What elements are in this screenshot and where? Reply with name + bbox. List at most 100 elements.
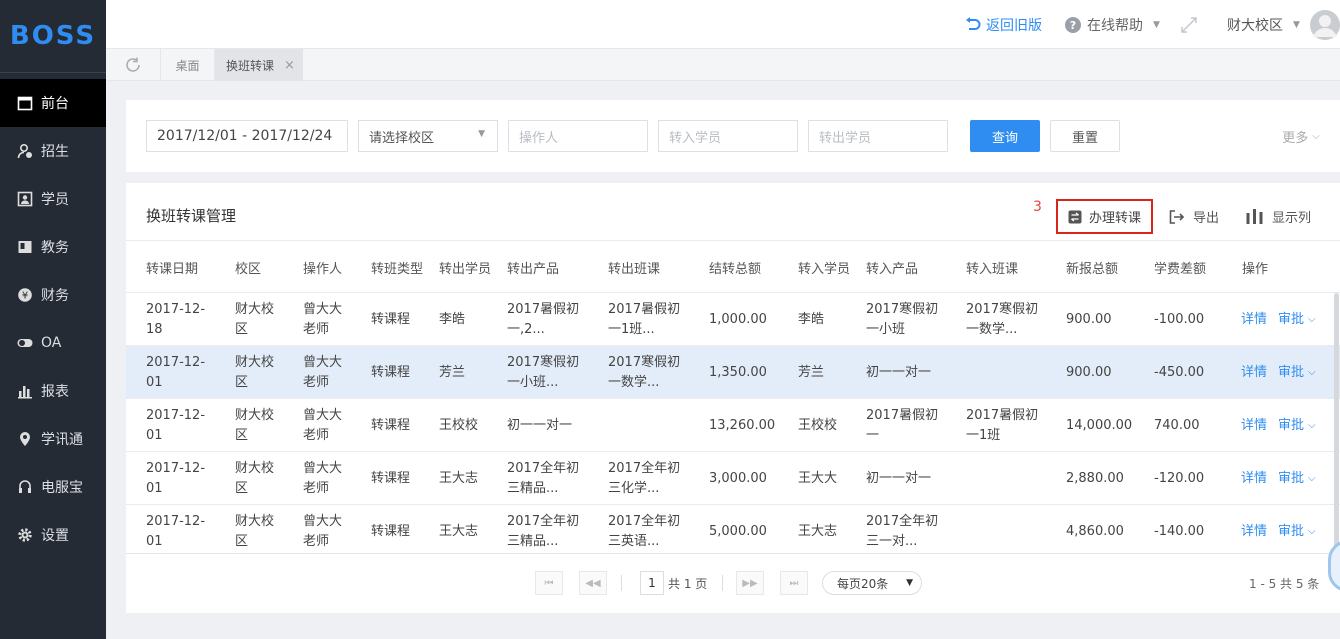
detail-link[interactable]: 详情	[1241, 399, 1267, 452]
sidebar-item-dianfubao[interactable]: 电服宝	[0, 463, 106, 511]
chevron-down-icon: ⌵	[1312, 130, 1320, 142]
location-pin-icon	[17, 431, 33, 447]
detail-link[interactable]: 详情	[1241, 293, 1267, 346]
transfer-icon	[1068, 210, 1082, 224]
chevron-down-icon: ⌵	[1308, 472, 1316, 484]
total-pages-label: 共 1 页	[668, 576, 708, 591]
svg-text:¥: ¥	[22, 291, 28, 302]
approve-dropdown[interactable]: 审批 ⌵	[1278, 293, 1316, 346]
col-header[interactable]: 操作人	[303, 241, 342, 294]
reset-button[interactable]: 重置	[1050, 120, 1120, 152]
avatar[interactable]	[1310, 0, 1340, 49]
approve-dropdown[interactable]: 审批 ⌵	[1278, 346, 1316, 399]
date-range-picker[interactable]: 2017/12/01 - 2017/12/24	[146, 120, 348, 152]
prev-page-button[interactable]: ◀◀	[579, 571, 607, 595]
toggle-icon	[17, 335, 33, 351]
close-icon[interactable]: ×	[284, 58, 295, 73]
sidebar-item-label: 招生	[41, 144, 69, 160]
approve-dropdown[interactable]: 审批 ⌵	[1278, 505, 1316, 558]
col-header[interactable]: 学费差额	[1154, 241, 1206, 294]
table-row[interactable]: 2017-12- 01 财大校 区 曾大大 老师 转课程 王大志 2017全年初…	[126, 452, 1340, 505]
sidebar-item-settings[interactable]: 设置	[0, 511, 106, 559]
query-button[interactable]: 查询	[970, 120, 1040, 152]
table-row[interactable]: 2017-12- 18 财大校 区 曾大大 老师 转课程 李皓 2017暑假初 …	[126, 293, 1340, 346]
first-page-button[interactable]: ⏮	[535, 571, 563, 595]
approve-dropdown[interactable]: 审批 ⌵	[1278, 452, 1316, 505]
refresh-icon[interactable]	[106, 49, 161, 81]
transfer-course-button[interactable]: 办理转课	[1056, 199, 1153, 234]
page-size-select[interactable]: 每页20条 ▼	[822, 571, 922, 595]
col-header[interactable]: 转班类型	[371, 241, 423, 294]
sidebar-item-oa[interactable]: OA	[0, 319, 106, 367]
book-icon	[17, 239, 33, 255]
operator-input[interactable]: 操作人	[508, 120, 648, 152]
undo-icon	[964, 16, 981, 33]
columns-icon	[1246, 209, 1263, 224]
sidebar-item-label: 学员	[41, 192, 69, 208]
col-header[interactable]: 转出班课	[608, 241, 660, 294]
col-header[interactable]: 转出学员	[439, 241, 491, 294]
sidebar-item-label: 电服宝	[41, 480, 83, 496]
sidebar-item-label: 设置	[41, 528, 69, 544]
sidebar-item-students[interactable]: 学员	[0, 175, 106, 223]
svg-text:?: ?	[1070, 19, 1076, 32]
user-add-icon	[17, 143, 33, 159]
sidebar-item-finance[interactable]: ¥ 财务	[0, 271, 106, 319]
sidebar-item-academic[interactable]: 教务	[0, 223, 106, 271]
top-bar: 返回旧版 ? 在线帮助 ▼ 财大校区 ▼	[106, 0, 1340, 49]
annotation-number: 3	[1033, 199, 1042, 215]
filter-panel: 2017/12/01 - 2017/12/24 请选择校区 ▼ 操作人 转入学员…	[126, 100, 1340, 172]
detail-link[interactable]: 详情	[1241, 452, 1267, 505]
more-filters-toggle[interactable]: 更多 ⌵	[1276, 120, 1326, 152]
page-number-input[interactable]: 1	[640, 571, 664, 595]
online-help-menu[interactable]: ? 在线帮助 ▼	[1064, 0, 1160, 49]
campus-switcher[interactable]: 财大校区 ▼	[1227, 0, 1300, 49]
col-header[interactable]: 转课日期	[146, 241, 198, 294]
detail-link[interactable]: 详情	[1241, 346, 1267, 399]
sidebar-item-label: 学讯通	[41, 432, 83, 448]
detail-link[interactable]: 详情	[1241, 505, 1267, 558]
col-header[interactable]: 转入班课	[966, 241, 1018, 294]
sidebar-item-enroll[interactable]: 招生	[0, 127, 106, 175]
back-to-old-version-link[interactable]: 返回旧版	[964, 0, 1042, 49]
table-row[interactable]: 2017-12- 01 财大校 区 曾大大 老师 转课程 王校校 初一一对一 1…	[126, 399, 1340, 452]
campus-select[interactable]: 请选择校区 ▼	[358, 120, 498, 152]
transfer-table-panel: 换班转课管理 3 办理转课 导出 显示列 转课日期 校区 操作人 转班类型 转出…	[126, 183, 1340, 613]
col-header[interactable]: 转出产品	[507, 241, 559, 294]
tab-desktop[interactable]: 桌面	[161, 49, 215, 81]
sidebar: BOSS 前台 招生 学员 教务 ¥ 财务 OA 报表 学讯通 电服宝 设置	[0, 0, 106, 639]
next-page-button[interactable]: ▶▶	[736, 571, 764, 595]
caret-down-icon: ▼	[478, 129, 485, 139]
chevron-down-icon: ⌵	[1308, 419, 1316, 431]
col-header[interactable]: 新报总额	[1066, 241, 1118, 294]
col-header[interactable]: 转入学员	[798, 241, 850, 294]
help-icon: ?	[1064, 16, 1082, 34]
bar-chart-icon	[17, 383, 33, 399]
fullscreen-icon[interactable]	[1180, 0, 1198, 49]
record-summary: 1 - 5 共 5 条	[1249, 576, 1320, 591]
col-header[interactable]: 校区	[235, 241, 261, 294]
sidebar-item-label: 财务	[41, 288, 69, 304]
logo[interactable]: BOSS	[0, 0, 106, 73]
in-student-input[interactable]: 转入学员	[658, 120, 798, 152]
chevron-down-icon: ⌵	[1308, 525, 1316, 537]
export-icon	[1169, 209, 1185, 224]
approve-dropdown[interactable]: 审批 ⌵	[1278, 399, 1316, 452]
sidebar-item-label: 前台	[41, 96, 69, 112]
col-header[interactable]: 结转总额	[709, 241, 761, 294]
display-columns-button[interactable]: 显示列	[1246, 199, 1311, 234]
table-row[interactable]: 2017-12- 01 财大校 区 曾大大 老师 转课程 王大志 2017全年初…	[126, 505, 1340, 553]
sidebar-item-xuexuntong[interactable]: 学讯通	[0, 415, 106, 463]
table-row[interactable]: 2017-12- 01 财大校 区 曾大大 老师 转课程 芳兰 2017寒假初 …	[126, 346, 1340, 399]
col-header[interactable]: 转入产品	[866, 241, 918, 294]
gear-icon	[17, 527, 33, 543]
last-page-button[interactable]: ⏭	[780, 571, 808, 595]
export-button[interactable]: 导出	[1169, 199, 1219, 234]
sidebar-item-frontdesk[interactable]: 前台	[0, 79, 106, 127]
out-student-input[interactable]: 转出学员	[808, 120, 948, 152]
vertical-scrollbar[interactable]	[1334, 293, 1339, 553]
tab-class-transfer[interactable]: 换班转课 ×	[215, 49, 303, 81]
sidebar-item-reports[interactable]: 报表	[0, 367, 106, 415]
sidebar-item-label: 报表	[41, 384, 69, 400]
calendar-icon	[17, 95, 33, 111]
